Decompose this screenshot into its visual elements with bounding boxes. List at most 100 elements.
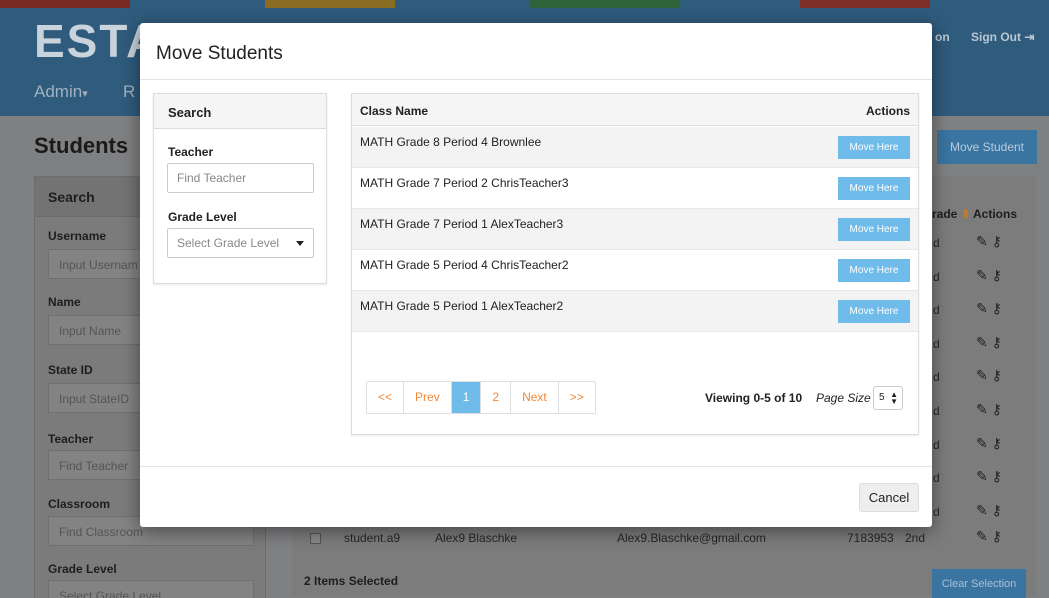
- grade-level-label: Grade Level: [48, 562, 117, 576]
- edit-icon[interactable]: ✎: [976, 401, 988, 417]
- sign-out-link[interactable]: Sign Out ⇥: [971, 30, 1034, 44]
- page-2-button[interactable]: 2: [481, 382, 512, 413]
- key-icon[interactable]: ⚷: [988, 233, 1002, 249]
- edit-icon[interactable]: ✎: [976, 435, 988, 451]
- class-row: MATH Grade 8 Period 4 Brownlee Move Here: [352, 127, 918, 168]
- page-size-select[interactable]: 5 ▲ ▼: [873, 386, 903, 410]
- page-1-button[interactable]: 1: [451, 382, 482, 413]
- row-actions: ✎ ⚷: [976, 401, 1002, 418]
- row-actions: ✎ ⚷: [976, 502, 1002, 519]
- key-icon[interactable]: ⚷: [992, 528, 1002, 544]
- nav-link-account[interactable]: on: [935, 30, 950, 44]
- move-here-button[interactable]: Move Here: [838, 259, 910, 282]
- color-stripe: [800, 0, 930, 8]
- page-size-value: 5: [879, 392, 885, 403]
- modal-teacher-label: Teacher: [168, 145, 214, 159]
- edit-icon[interactable]: ✎: [976, 367, 988, 383]
- move-here-button[interactable]: Move Here: [838, 136, 910, 159]
- caret-down-icon: [296, 241, 304, 246]
- page-first-button[interactable]: <<: [367, 382, 405, 413]
- modal-search-title: Search: [154, 94, 326, 129]
- edit-icon[interactable]: ✎: [976, 468, 988, 484]
- student-grade-fragment: d: [933, 504, 940, 519]
- move-here-button[interactable]: Move Here: [838, 177, 910, 200]
- move-student-button[interactable]: Move Student: [937, 130, 1037, 164]
- student-name: Alex9 Blaschke: [435, 531, 518, 545]
- key-icon[interactable]: ⚷: [988, 435, 1002, 451]
- row-actions: ✎ ⚷: [976, 267, 1002, 284]
- class-name: MATH Grade 5 Period 1 AlexTeacher2: [360, 299, 564, 313]
- sign-out-icon: ⇥: [1024, 30, 1035, 44]
- edit-icon[interactable]: ✎: [976, 233, 988, 249]
- student-grade-fragment: d: [933, 437, 940, 452]
- menu-admin[interactable]: Admin▾: [34, 82, 88, 102]
- student-grade-fragment: d: [933, 404, 940, 418]
- page-next-button[interactable]: Next: [511, 382, 559, 413]
- sign-out-label: Sign Out: [971, 30, 1021, 44]
- row-checkbox[interactable]: [310, 533, 321, 544]
- color-stripe: [0, 0, 130, 8]
- key-icon[interactable]: ⚷: [988, 468, 1002, 484]
- class-name: MATH Grade 7 Period 1 AlexTeacher3: [360, 217, 564, 231]
- row-actions: ✎ ⚷: [976, 528, 1002, 545]
- teacher-label: Teacher: [48, 432, 94, 446]
- actions-header: Actions: [865, 104, 910, 118]
- grade-level-select-value: Select Grade Level: [59, 589, 162, 598]
- key-icon[interactable]: ⚷: [988, 367, 1002, 383]
- menu-item-r[interactable]: R: [123, 82, 135, 102]
- actions-column-header: Actions: [973, 207, 1018, 221]
- row-actions: ✎ ⚷: [976, 367, 1002, 384]
- edit-icon[interactable]: ✎: [976, 528, 988, 544]
- key-icon[interactable]: ⚷: [988, 267, 1002, 283]
- student-grade-fragment: d: [933, 303, 940, 318]
- viewing-range: Viewing 0-5 of 10: [705, 391, 803, 405]
- student-email: Alex9.Blaschke@gmail.com: [617, 531, 766, 545]
- class-name: MATH Grade 5 Period 4 ChrisTeacher2: [360, 258, 569, 272]
- edit-icon[interactable]: ✎: [976, 300, 988, 316]
- edit-icon[interactable]: ✎: [976, 334, 988, 350]
- clear-selection-button[interactable]: Clear Selection: [932, 569, 1026, 598]
- page-size-label: Page Size: [816, 391, 871, 405]
- page-last-button[interactable]: >>: [558, 382, 595, 413]
- edit-icon[interactable]: ✎: [976, 502, 988, 518]
- modal-title: Move Students: [156, 43, 283, 64]
- classroom-label: Classroom: [48, 497, 111, 511]
- key-icon[interactable]: ⚷: [988, 300, 1002, 316]
- class-row: MATH Grade 5 Period 4 ChrisTeacher2 Move …: [352, 250, 918, 291]
- items-selected-count: 2 Items Selected: [304, 574, 399, 588]
- key-icon[interactable]: ⚷: [988, 502, 1002, 518]
- state-id-label: State ID: [48, 363, 93, 377]
- key-icon[interactable]: ⚷: [988, 334, 1002, 350]
- grade-column-header[interactable]: rade ⇕: [932, 207, 971, 221]
- chevron-down-icon: ▾: [82, 88, 88, 100]
- student-grade: 2nd: [905, 531, 926, 545]
- modal-grade-level-label: Grade Level: [168, 210, 237, 224]
- student-state-id: 7183953: [847, 531, 894, 545]
- cancel-button[interactable]: Cancel: [859, 483, 919, 512]
- class-list-header: Class Name Actions: [352, 94, 918, 126]
- page-prev-button[interactable]: Prev: [404, 382, 452, 413]
- row-actions: ✎ ⚷: [976, 334, 1002, 351]
- color-stripe: [530, 0, 680, 8]
- modal-footer: Cancel: [140, 466, 932, 527]
- color-stripe: [265, 0, 395, 8]
- modal-teacher-input[interactable]: Find Teacher: [167, 163, 314, 193]
- student-grade-fragment: d: [933, 336, 940, 351]
- sort-icon: ⇕: [960, 207, 971, 221]
- username-label: Username: [48, 229, 107, 243]
- grade-level-select[interactable]: Select Grade Level: [48, 580, 254, 598]
- move-here-button[interactable]: Move Here: [838, 218, 910, 241]
- name-label: Name: [48, 295, 81, 309]
- page-title: Students: [34, 133, 129, 158]
- class-row: MATH Grade 5 Period 1 AlexTeacher2 Move H…: [352, 291, 918, 332]
- student-username: student.a9: [344, 531, 401, 545]
- row-actions: ✎ ⚷: [976, 468, 1002, 485]
- class-name-header: Class Name: [360, 104, 429, 118]
- key-icon[interactable]: ⚷: [988, 401, 1002, 417]
- class-row: MATH Grade 7 Period 2 ChrisTeacher3 Move …: [352, 168, 918, 209]
- move-here-button[interactable]: Move Here: [838, 300, 910, 323]
- student-grade-fragment: d: [933, 269, 940, 284]
- modal-search-panel: Search Teacher Find Teacher Grade Level …: [153, 93, 327, 284]
- edit-icon[interactable]: ✎: [976, 267, 988, 283]
- modal-grade-level-select[interactable]: Select Grade Level: [167, 228, 314, 258]
